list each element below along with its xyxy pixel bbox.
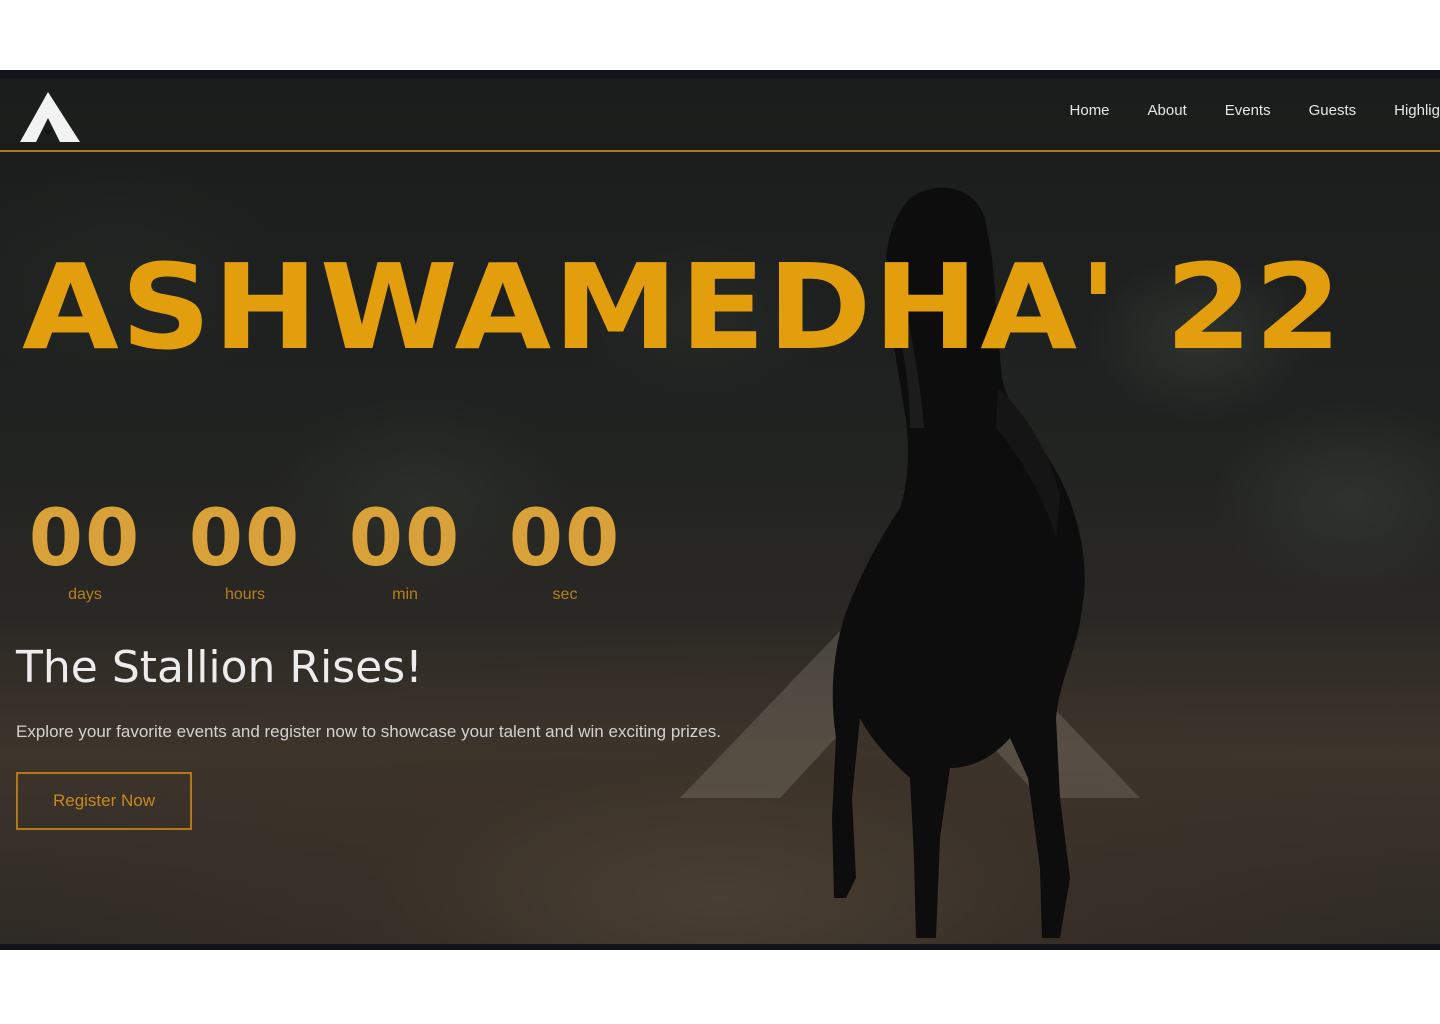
- countdown-value: 00: [348, 494, 462, 584]
- nav-link-home[interactable]: Home: [1070, 102, 1110, 119]
- countdown-value: 00: [188, 494, 302, 584]
- countdown-hours: 00 hours: [188, 500, 302, 604]
- countdown-days: 00 days: [28, 500, 142, 604]
- hero-description: Explore your favorite events and registe…: [16, 722, 721, 741]
- countdown-label: sec: [552, 586, 578, 603]
- countdown-label: days: [68, 586, 102, 603]
- tagline: The Stallion Rises!: [16, 642, 423, 693]
- countdown-value: 00: [508, 494, 622, 584]
- countdown-seconds: 00 sec: [508, 500, 622, 604]
- event-title: ASHWAMEDHA' 22: [22, 238, 1344, 376]
- countdown-label: hours: [224, 586, 266, 603]
- countdown-label: min: [392, 586, 418, 603]
- ashwamedha-a-logo-icon[interactable]: [18, 90, 82, 144]
- nav-link-highlights[interactable]: Highlights: [1394, 102, 1440, 119]
- nav-menu: Home About Events Guests Highlights: [1070, 102, 1440, 119]
- navbar: Home About Events Guests Highlights: [0, 78, 1440, 152]
- nav-link-events[interactable]: Events: [1225, 102, 1271, 119]
- nav-link-about[interactable]: About: [1148, 102, 1187, 119]
- browser-viewport: Home About Events Guests Highlights ASHW…: [0, 70, 1440, 950]
- nav-link-guests[interactable]: Guests: [1309, 102, 1357, 119]
- countdown-minutes: 00 min: [348, 500, 462, 604]
- countdown-timer: 00 days 00 hours 00 min 00 sec: [28, 500, 622, 604]
- register-now-button[interactable]: Register Now: [16, 772, 192, 830]
- countdown-value: 00: [28, 494, 142, 584]
